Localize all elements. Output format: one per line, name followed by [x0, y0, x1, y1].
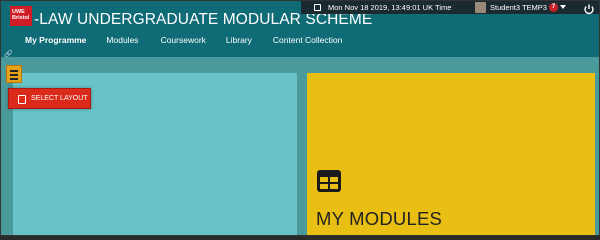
- my-modules-title: MY MODULES: [316, 208, 443, 229]
- user-name[interactable]: Student3 TEMP3: [490, 3, 547, 12]
- tab-my-programme[interactable]: My Programme: [25, 35, 86, 49]
- main-nav: My Programme Modules Coursework Library …: [25, 35, 342, 49]
- tab-library[interactable]: Library: [226, 35, 252, 49]
- datetime-text: Mon Nov 18 2019, 13:49:01 UK Time: [328, 3, 452, 12]
- avatar[interactable]: [475, 2, 486, 13]
- modules-grid-icon: [317, 170, 341, 192]
- app-frame: UWE Bristol -LAW UNDERGRADUATE MODULAR SC…: [0, 0, 600, 236]
- main-content: [1, 57, 599, 235]
- info-bar: Mon Nov 18 2019, 13:49:01 UK Time Studen…: [301, 1, 599, 14]
- uwe-logo[interactable]: UWE Bristol: [10, 6, 32, 26]
- tab-modules[interactable]: Modules: [106, 35, 138, 49]
- top-header: UWE Bristol -LAW UNDERGRADUATE MODULAR SC…: [1, 1, 599, 58]
- hamburger-menu-icon[interactable]: [6, 65, 22, 83]
- power-icon[interactable]: [583, 3, 595, 15]
- select-layout-button[interactable]: SELECT LAYOUT: [8, 88, 91, 109]
- notification-badge[interactable]: 7: [549, 3, 558, 12]
- tab-content-collection[interactable]: Content Collection: [273, 35, 342, 49]
- caret-down-icon[interactable]: [560, 5, 566, 9]
- select-layout-label: SELECT LAYOUT: [31, 95, 88, 102]
- clock-icon: [314, 4, 321, 11]
- tab-coursework[interactable]: Coursework: [161, 35, 206, 49]
- layout-icon: [18, 95, 26, 104]
